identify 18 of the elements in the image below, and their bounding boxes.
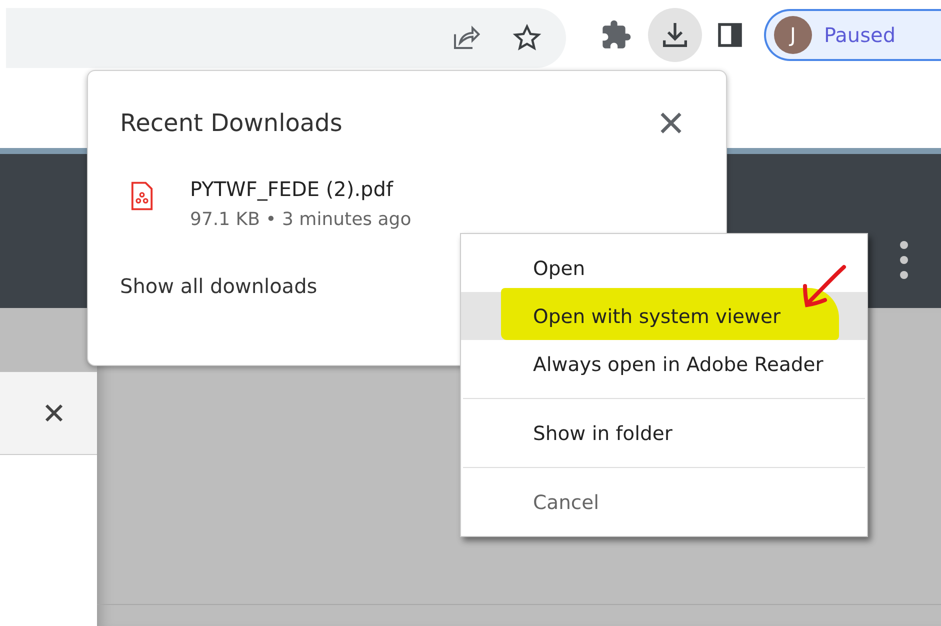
profile-status: Paused [824,23,896,47]
file-name[interactable]: PYTWF_FEDE (2).pdf [190,177,412,201]
more-menu-icon[interactable] [900,240,908,280]
popup-title: Recent Downloads [120,109,342,137]
pdf-file-icon [130,181,154,211]
menu-item[interactable]: Open [461,244,867,292]
file-details: 97.1 KB • 3 minutes ago [190,209,412,230]
avatar: J [774,16,812,54]
star-icon[interactable] [512,23,542,53]
close-icon[interactable] [45,404,63,422]
profile-button[interactable]: J Paused [764,9,941,61]
menu-item[interactable]: Always open in Adobe Reader [461,340,867,388]
show-all-downloads-link[interactable]: Show all downloads [120,274,318,298]
puzzle-icon[interactable] [600,19,632,51]
close-icon[interactable] [660,112,682,134]
side-panel-icon[interactable] [716,21,744,49]
menu-item[interactable]: Show in folder [461,409,867,457]
hand-drawn-arrow [801,264,847,310]
